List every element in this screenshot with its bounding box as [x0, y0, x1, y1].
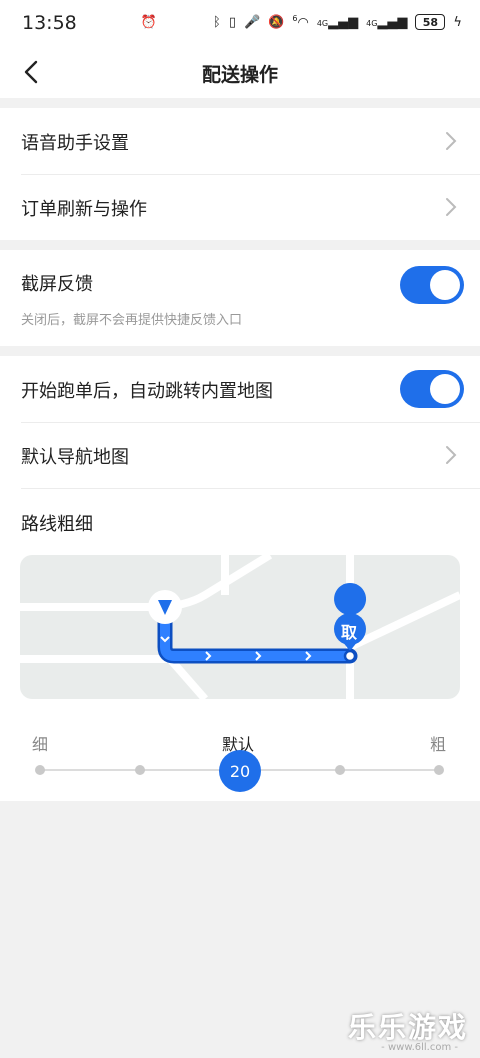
slider-min-label: 细 — [32, 735, 49, 754]
watermark-logo: 乐乐游戏 — [347, 1011, 468, 1044]
page-title: 配送操作 — [201, 64, 278, 86]
slider-max-label: 粗 — [430, 735, 447, 754]
courier-location-icon — [148, 590, 182, 624]
nav-bar: 配送操作 — [0, 46, 480, 98]
wifi-icon: 6◠ — [292, 14, 309, 31]
auto-jump-map-row: 开始跑单后，自动跳转内置地图 — [0, 356, 480, 422]
map-illustration — [20, 555, 460, 699]
default-nav-map-label: 默认导航地图 — [21, 447, 129, 468]
mic-icon: 🎤 — [244, 14, 261, 30]
chevron-right-icon — [446, 198, 457, 216]
signal-icon-b: 4G▂▄▆ — [366, 14, 408, 30]
route-map-preview: 取 — [20, 555, 460, 699]
slider-step-dot[interactable] — [335, 765, 345, 775]
route-width-slider-thumb[interactable]: 20 — [219, 750, 261, 792]
slider-step-dot[interactable] — [434, 765, 444, 775]
alarm-icon: ⏰ — [140, 14, 158, 30]
settings-group-feedback: 截屏反馈 关闭后，截屏不会再提供快捷反馈入口 — [0, 250, 480, 346]
order-refresh-row[interactable]: 订单刷新与操作 — [0, 174, 480, 240]
divider — [21, 488, 480, 489]
slider-step-dot[interactable] — [135, 765, 145, 775]
mute-icon: 🔕 — [268, 14, 285, 30]
toggle-knob — [430, 374, 460, 404]
bluetooth-icon: ᛒ — [213, 14, 221, 30]
voice-assistant-row[interactable]: 语音助手设置 — [0, 108, 480, 174]
default-nav-map-row[interactable]: 默认导航地图 — [0, 422, 480, 488]
map-roads — [20, 555, 460, 699]
settings-group-general: 语音助手设置 订单刷新与操作 — [0, 108, 480, 240]
auto-jump-map-toggle[interactable] — [400, 370, 464, 408]
watermark-site: - www.6ll.com - — [381, 1042, 458, 1053]
chevron-right-icon — [446, 132, 457, 150]
route-line — [157, 605, 358, 664]
screenshot-feedback-label: 截屏反馈 — [21, 274, 93, 295]
pickup-label: 取 — [341, 623, 358, 642]
status-bar: 13:58 ⏰ ᛒ ▯ 🎤 🔕 6◠ 4G▂▄▆ 4G▂▄▆ 58 ϟ — [0, 0, 480, 46]
slider-step-dot[interactable] — [35, 765, 45, 775]
route-width-label: 路线粗细 — [21, 514, 93, 535]
status-icons: ⏰ ᛒ ▯ 🎤 🔕 6◠ 4G▂▄▆ 4G▂▄▆ 58 ϟ — [141, 14, 462, 30]
charging-icon: ϟ — [453, 14, 462, 30]
chevron-right-icon — [446, 446, 457, 464]
order-refresh-label: 订单刷新与操作 — [21, 199, 147, 220]
toggle-knob — [430, 270, 460, 300]
screenshot-feedback-toggle[interactable] — [400, 266, 464, 304]
battery-icon: 58 — [415, 14, 446, 31]
voice-assistant-label: 语音助手设置 — [21, 133, 129, 154]
vibrate-icon: ▯ — [228, 14, 237, 30]
signal-icon-a: 4G▂▄▆ — [316, 14, 359, 30]
status-time: 13:58 — [22, 12, 77, 34]
screenshot-feedback-desc: 关闭后，截屏不会再提供快捷反馈入口 — [21, 313, 243, 328]
auto-jump-map-label: 开始跑单后，自动跳转内置地图 — [21, 381, 273, 402]
wifi-badge: 6 — [292, 14, 298, 23]
